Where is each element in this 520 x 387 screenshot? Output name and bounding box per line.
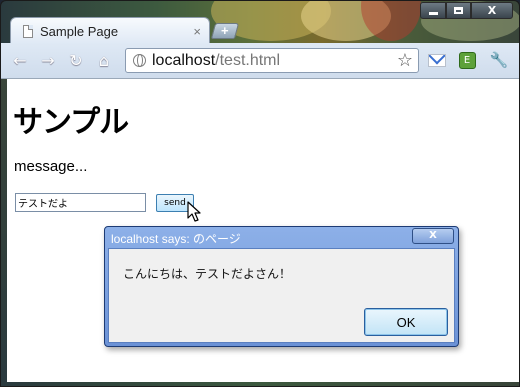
close-icon: X — [429, 230, 437, 241]
globe-icon — [133, 54, 146, 67]
forward-button[interactable]: → — [38, 50, 58, 70]
mouse-pointer-icon — [187, 201, 201, 222]
back-arrow-icon: ← — [13, 50, 27, 70]
dialog-message: こんにちは、テストだよさん！ — [123, 267, 292, 281]
home-button[interactable]: ⌂ — [94, 50, 114, 70]
address-bar[interactable]: localhost/test.html ☆ — [125, 48, 419, 73]
page-icon — [23, 24, 33, 38]
window-frame-bottom — [1, 382, 519, 386]
reload-icon: ↻ — [69, 50, 83, 70]
evernote-icon: E — [458, 51, 476, 69]
browser-tab[interactable]: Sample Page × — [10, 17, 210, 44]
home-icon: ⌂ — [98, 50, 110, 70]
gmail-icon — [428, 53, 446, 67]
reload-button[interactable]: ↻ — [66, 50, 86, 70]
maximize-icon — [454, 7, 463, 14]
page-heading: サンプル — [13, 105, 129, 140]
evernote-extension-button[interactable]: E — [457, 51, 477, 69]
alert-dialog: localhost says: のページ X こんにちは、テストだよさん！ OK — [104, 226, 459, 347]
gmail-extension-button[interactable] — [427, 51, 447, 69]
tab-title: Sample Page — [40, 23, 119, 39]
settings-wrench-button[interactable]: 🔧 — [489, 51, 509, 69]
window-close-button[interactable]: X — [471, 2, 513, 19]
dialog-close-button[interactable]: X — [412, 228, 454, 244]
maximize-button[interactable] — [446, 2, 471, 19]
dialog-title: localhost says: のページ — [111, 232, 241, 246]
close-icon: X — [487, 4, 497, 17]
minimize-icon — [428, 12, 438, 15]
dialog-body: こんにちは、テストだよさん！ OK — [108, 248, 455, 343]
window-controls: X — [420, 2, 513, 19]
browser-toolbar: ← → ↻ ⌂ localhost/test.html ☆ E 🔧 — [1, 43, 519, 79]
wrench-icon: 🔧 — [489, 51, 509, 69]
name-input[interactable] — [15, 193, 146, 212]
plus-icon: + — [221, 23, 229, 38]
forward-arrow-icon: → — [41, 50, 55, 70]
dialog-titlebar[interactable]: localhost says: のページ X — [105, 227, 458, 248]
url-path: /test.html — [215, 51, 281, 69]
star-icon[interactable]: ☆ — [397, 50, 413, 71]
tab-close-icon[interactable]: × — [193, 24, 201, 39]
back-button[interactable]: ← — [10, 50, 30, 70]
minimize-button[interactable] — [420, 2, 446, 19]
ok-button[interactable]: OK — [364, 308, 448, 336]
new-tab-button[interactable]: + — [210, 23, 240, 39]
message-text: message... — [14, 158, 88, 175]
url-host: localhost — [152, 51, 216, 69]
browser-window: X Sample Page × + ← → ↻ ⌂ localhost/test… — [0, 0, 520, 387]
